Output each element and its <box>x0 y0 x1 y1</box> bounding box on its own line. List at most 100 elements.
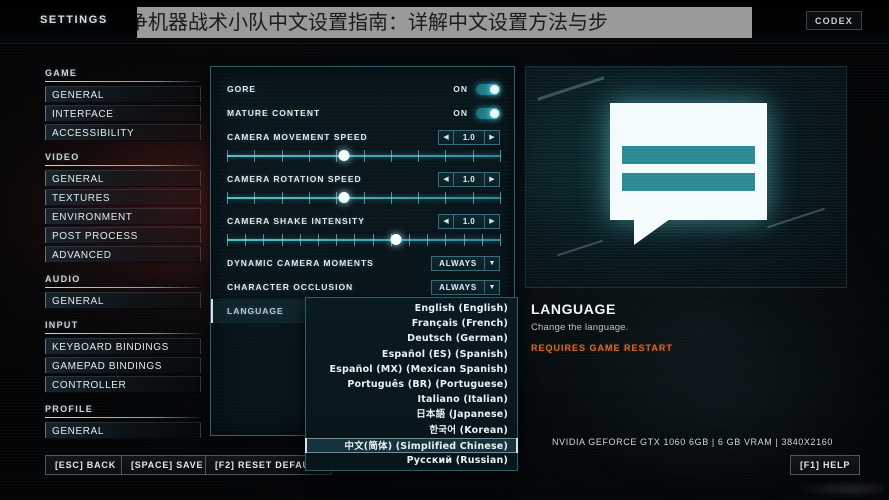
preview-restart-warning: REQUIRES GAME RESTART <box>531 343 673 353</box>
watermark <box>799 481 883 497</box>
language-option[interactable]: English (English) <box>306 301 517 316</box>
speech-bubble-icon <box>610 103 767 245</box>
setting-label-camera-rotation-speed: CAMERA ROTATION SPEED <box>227 174 362 184</box>
setting-label-dynamic-camera-moments: DYNAMIC CAMERA MOMENTS <box>227 258 374 268</box>
setting-row-line: MATURE CONTENT ON <box>227 101 500 125</box>
toggle-knob <box>490 108 499 118</box>
stepper-increment-icon[interactable]: ▶ <box>484 213 500 229</box>
save-button[interactable]: [SPACE] SAVE <box>121 455 214 475</box>
sidebar-group-divider <box>45 287 201 288</box>
stepper-decrement-icon[interactable]: ◀ <box>438 213 454 229</box>
sidebar-group-label: VIDEO <box>45 152 80 162</box>
setting-label-gore: GORE <box>227 84 257 94</box>
sidebar-item-advanced[interactable]: ADVANCED <box>45 246 201 263</box>
sidebar-item-label: GAMEPAD BINDINGS <box>52 361 162 372</box>
sidebar-item-label: GENERAL <box>52 426 104 437</box>
setting-label-camera-movement-speed: CAMERA MOVEMENT SPEED <box>227 132 368 142</box>
setting-row-camera-rotation-speed: CAMERA ROTATION SPEED ◀ 1.0 ▶ <box>227 167 501 205</box>
setting-row-line: CHARACTER OCCLUSION ALWAYS ▼ <box>227 275 500 299</box>
sidebar-item-general[interactable]: GENERAL <box>45 422 201 439</box>
language-option[interactable]: Русский (Russian) <box>306 453 517 468</box>
sidebar-item-accessibility[interactable]: ACCESSIBILITY <box>45 124 201 141</box>
slider-handle-camera-movement-speed[interactable] <box>338 150 350 161</box>
language-option[interactable]: Português (BR) (Portuguese) <box>306 377 517 392</box>
slider-ticks <box>227 192 501 204</box>
toggle-switch-gore[interactable] <box>476 83 500 95</box>
stepper-decrement-icon[interactable]: ◀ <box>438 129 454 145</box>
sidebar-item-label: INTERFACE <box>52 109 114 120</box>
stepper-camera-movement-speed: ◀ 1.0 ▶ <box>438 129 500 145</box>
setting-row-line: CAMERA MOVEMENT SPEED ◀ 1.0 ▶ <box>227 125 500 149</box>
sidebar-item-label: ACCESSIBILITY <box>52 128 135 139</box>
preview-description: Change the language. <box>531 322 629 333</box>
sidebar-item-controller[interactable]: CONTROLLER <box>45 376 201 393</box>
settings-sidebar: GAME GENERAL INTERFACE ACCESSIBILITY VIDEO GE… <box>45 68 201 450</box>
stepper-camera-shake-intensity: ◀ 1.0 ▶ <box>438 213 500 229</box>
sidebar-item-label: GENERAL <box>52 296 104 307</box>
setting-label-mature-content: MATURE CONTENT <box>227 108 321 118</box>
stepper-decrement-icon[interactable]: ◀ <box>438 171 454 187</box>
slider-ticks <box>227 150 501 162</box>
sidebar-group-label: PROFILE <box>45 404 94 414</box>
language-option[interactable]: 日本語 (Japanese) <box>306 407 517 422</box>
setting-row-line: DYNAMIC CAMERA MOMENTS ALWAYS ▼ <box>227 251 500 275</box>
dropdown-value-dynamic-camera-moments: ALWAYS <box>439 258 477 268</box>
sidebar-item-label: ENVIRONMENT <box>52 212 133 223</box>
stepper-value-camera-rotation-speed: 1.0 <box>454 171 484 187</box>
sidebar-group-divider <box>45 81 201 82</box>
language-dropdown-list[interactable]: English (English) Français (French) Deutsc… <box>305 297 518 472</box>
slider-camera-movement-speed[interactable] <box>227 149 501 163</box>
language-option[interactable]: Italiano (Italian) <box>306 392 517 407</box>
sidebar-item-keyboard-bindings[interactable]: KEYBOARD BINDINGS <box>45 338 201 355</box>
slider-camera-rotation-speed[interactable] <box>227 191 501 205</box>
dropdown-dynamic-camera-moments[interactable]: ALWAYS ▼ <box>431 255 500 271</box>
back-button[interactable]: [ESC] BACK <box>45 455 126 475</box>
stepper-increment-icon[interactable]: ▶ <box>484 129 500 145</box>
language-option[interactable]: Français (French) <box>306 316 517 331</box>
toggle-wrap-gore: ON <box>453 83 500 95</box>
setting-row-line: GORE ON <box>227 77 500 101</box>
speech-bubble-line-1 <box>622 146 755 164</box>
art-scratch <box>767 207 825 229</box>
dropdown-character-occlusion[interactable]: ALWAYS ▼ <box>431 279 500 295</box>
language-option[interactable]: Deutsch (German) <box>306 331 517 346</box>
sidebar-group-game: GAME GENERAL INTERFACE ACCESSIBILITY <box>45 68 201 141</box>
sidebar-item-interface[interactable]: INTERFACE <box>45 105 201 122</box>
sidebar-item-post-process[interactable]: POST PROCESS <box>45 227 201 244</box>
speech-bubble-line-2 <box>622 173 755 191</box>
preview-info: LANGUAGE Change the language. REQUIRES G… <box>525 288 847 353</box>
sidebar-group-divider <box>45 165 201 166</box>
chevron-down-icon[interactable]: ▼ <box>484 256 499 270</box>
help-button[interactable]: [F1] HELP <box>790 455 861 475</box>
sidebar-group-label: INPUT <box>45 320 79 330</box>
setting-label-language: LANGUAGE <box>227 306 284 316</box>
setting-label-character-occlusion: CHARACTER OCCLUSION <box>227 282 354 292</box>
slider-camera-shake-intensity[interactable] <box>227 233 501 247</box>
settings-title: SETTINGS <box>40 14 108 26</box>
sidebar-item-label: CONTROLLER <box>52 380 127 391</box>
preview-artwork <box>525 66 847 288</box>
toggle-switch-mature-content[interactable] <box>476 107 500 119</box>
chevron-down-icon[interactable]: ▼ <box>484 280 499 294</box>
sidebar-item-gamepad-bindings[interactable]: GAMEPAD BINDINGS <box>45 357 201 374</box>
slider-handle-camera-rotation-speed[interactable] <box>338 192 350 203</box>
sidebar-group-audio: AUDIO GENERAL <box>45 274 201 309</box>
setting-row-gore: GORE ON <box>227 77 500 101</box>
sidebar-item-general[interactable]: GENERAL <box>45 86 201 103</box>
language-option[interactable]: 中文(简体) (Simplified Chinese) <box>305 437 518 454</box>
preview-title: LANGUAGE <box>531 301 616 317</box>
language-option[interactable]: Español (MX) (Mexican Spanish) <box>306 362 517 377</box>
sidebar-item-textures[interactable]: TEXTURES <box>45 189 201 206</box>
sidebar-item-label: TEXTURES <box>52 193 111 204</box>
language-option[interactable]: 한국어 (Korean) <box>306 423 517 438</box>
stepper-value-camera-shake-intensity: 1.0 <box>454 213 484 229</box>
toggle-wrap-mature-content: ON <box>453 107 500 119</box>
language-option[interactable]: Español (ES) (Spanish) <box>306 347 517 362</box>
sidebar-item-general[interactable]: GENERAL <box>45 292 201 309</box>
stepper-increment-icon[interactable]: ▶ <box>484 171 500 187</box>
slider-handle-camera-shake-intensity[interactable] <box>390 234 402 245</box>
sidebar-item-general[interactable]: GENERAL <box>45 170 201 187</box>
sidebar-item-environment[interactable]: ENVIRONMENT <box>45 208 201 225</box>
setting-row-line: CAMERA ROTATION SPEED ◀ 1.0 ▶ <box>227 167 500 191</box>
art-scratch <box>556 239 604 257</box>
